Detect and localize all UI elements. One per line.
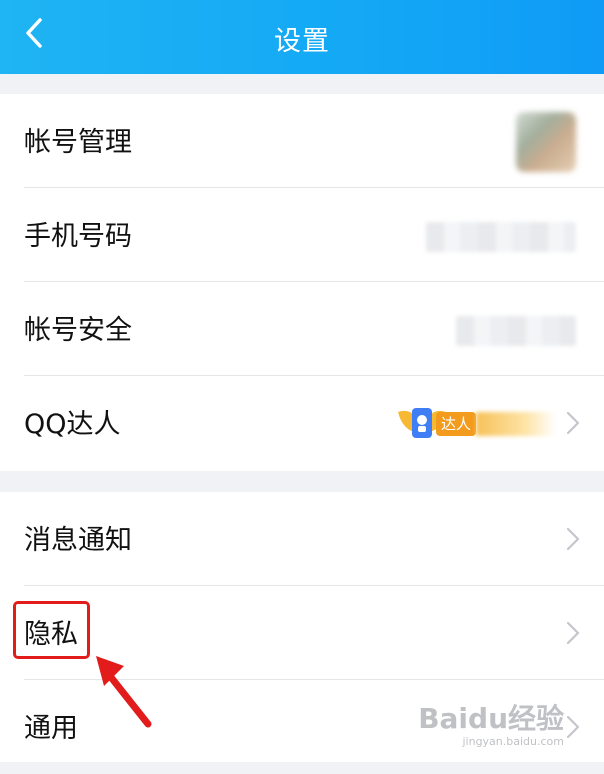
row-label: 通用 bbox=[24, 713, 78, 744]
chevron-right-icon bbox=[566, 715, 580, 739]
row-label: QQ达人 bbox=[24, 409, 121, 440]
phone-number-value bbox=[426, 222, 576, 252]
watermark-logo: Baidu经验 bbox=[418, 702, 564, 735]
settings-row-qq-talent[interactable]: QQ达人 达人 bbox=[0, 376, 604, 470]
chevron-right-icon bbox=[566, 411, 580, 435]
talent-badge: 达人 bbox=[392, 398, 562, 448]
red-arrow-icon bbox=[96, 656, 152, 728]
row-label: 帐号管理 bbox=[24, 127, 132, 158]
account-settings-group: 帐号管理 手机号码 帐号安全 QQ达人 达人 bbox=[0, 94, 604, 471]
chevron-right-icon bbox=[566, 527, 580, 551]
watermark: Baidu经验 jingyan.baidu.com bbox=[418, 697, 564, 748]
settings-row-account-management[interactable]: 帐号管理 bbox=[0, 94, 604, 188]
page-title: 设置 bbox=[274, 26, 330, 57]
nav-bar: 设置 bbox=[0, 0, 604, 74]
row-label: 手机号码 bbox=[24, 221, 132, 252]
privacy-highlight-box bbox=[13, 601, 90, 659]
settings-row-phone-number[interactable]: 手机号码 bbox=[0, 188, 604, 282]
talent-level-value bbox=[476, 412, 556, 436]
talent-tag: 达人 bbox=[436, 412, 476, 436]
settings-row-account-security[interactable]: 帐号安全 bbox=[0, 282, 604, 376]
row-label: 帐号安全 bbox=[24, 315, 132, 346]
settings-row-notifications[interactable]: 消息通知 bbox=[0, 492, 604, 586]
avatar bbox=[516, 112, 576, 172]
account-security-value bbox=[456, 316, 576, 346]
row-label: 消息通知 bbox=[24, 525, 132, 556]
chevron-right-icon bbox=[566, 621, 580, 645]
